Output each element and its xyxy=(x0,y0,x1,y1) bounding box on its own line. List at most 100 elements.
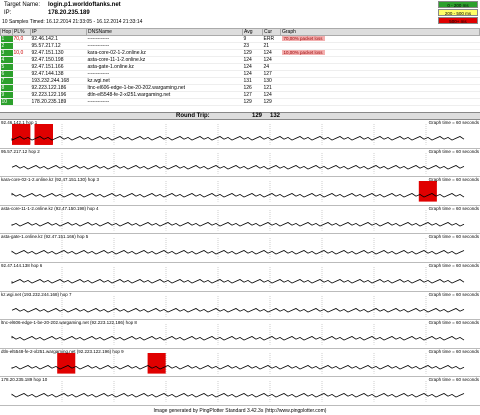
cell-hop: 7 xyxy=(0,77,13,85)
cell-ip: 92.47.144.138 xyxy=(30,70,87,78)
hop-graph: dtln-el5548-fe-2-xl251.wargaming.net (92… xyxy=(0,348,480,378)
hop-graph: 95.57.217.12 hop 2 Graph time = 60 second… xyxy=(0,148,480,178)
latency-legend: 0 - 200 ms 200 - 500 ms 500+ ms xyxy=(438,1,478,25)
cell-dns: dtln-el5548-fe-2-xl251.wargaming.net xyxy=(86,91,243,99)
col-pl[interactable]: PL% xyxy=(12,28,31,36)
legend-red: 500+ ms xyxy=(438,17,478,24)
cell-dns: ------------- xyxy=(86,70,243,78)
cell-avg: 124 xyxy=(242,63,263,71)
cell-graph xyxy=(280,70,480,78)
cell-dns: ------------- xyxy=(86,35,243,43)
table-row[interactable]: 9 92.223.122.196 dtln-el5548-fe-2-xl251.wa… xyxy=(0,91,480,99)
hop-graph: kara-core-02-1-2.online.kz (92.47.151.13… xyxy=(0,177,480,206)
col-ip[interactable]: IP xyxy=(30,28,87,36)
hop-graph: asta-gate-1.online.kz (92.47.151.166) ho… xyxy=(0,234,480,263)
cell-avg: 131 xyxy=(242,77,263,85)
cell-hop: 5 xyxy=(0,63,13,71)
graph-time-label: Graph time = 60 seconds xyxy=(428,120,479,125)
hop-graph: ltnc-el606-edge-1-be-20-202.wargaming.ne… xyxy=(0,320,480,349)
cell-ip: 92.47.151.130 xyxy=(30,49,87,57)
graph-title: kara-core-02-1-2.online.kz (92.47.151.13… xyxy=(1,177,100,183)
cell-cur: ERR xyxy=(262,35,281,43)
cell-pl xyxy=(12,56,31,64)
cell-avg: 23 xyxy=(242,42,263,50)
packet-loss-bar xyxy=(418,181,437,202)
graph-canvas xyxy=(11,124,465,145)
cell-dns: asta-gate-1.online.kz xyxy=(86,63,243,71)
col-hop[interactable]: Hop xyxy=(0,28,13,36)
packet-loss-note: 10,00% packet loss xyxy=(281,50,325,55)
graph-time-label: Graph time = 60 seconds xyxy=(428,177,479,183)
packet-loss-bar xyxy=(12,124,31,145)
graph-title: ltnc-el606-edge-1-be-20-202.wargaming.ne… xyxy=(1,320,137,326)
col-graph[interactable]: Graph xyxy=(280,28,480,36)
table-row[interactable]: 2 95.57.217.12 ------------- 23 21 xyxy=(0,42,480,50)
cell-graph xyxy=(280,56,480,64)
latency-line xyxy=(11,164,465,170)
cell-dns: ltnc-el606-edge-1-be-20-202.wargaming.ne… xyxy=(86,84,243,92)
cell-hop: 10 xyxy=(0,98,13,106)
target-name: login.p1.worldoftanks.net xyxy=(48,2,121,8)
hop-graph: 178.20.235.189 hop 10 Graph time = 60 sec… xyxy=(0,377,480,406)
table-row[interactable]: 4 92.47.150.198 asta-core-11-1-2.online.kz… xyxy=(0,56,480,64)
cell-pl xyxy=(12,98,31,106)
hop-graph: kz.wgi.net (193.232.244.168) hop 7 Graph … xyxy=(0,291,480,321)
table-row[interactable]: 10 178.20.235.189 ------------- 129 129 xyxy=(0,98,480,106)
cell-pl xyxy=(12,77,31,85)
hop-graph: 92.46.142.1 hop 1 Graph time = 60 seconds xyxy=(0,120,480,149)
table-row[interactable]: 6 92.47.144.138 ------------- 124 127 xyxy=(0,70,480,78)
graph-time-label: Graph time = 60 seconds xyxy=(428,348,479,354)
cell-avg: 9 xyxy=(242,35,263,43)
cell-avg: 124 xyxy=(242,56,263,64)
cell-hop: 3 xyxy=(0,49,13,57)
target-ip: 178.20.235.189 xyxy=(48,10,90,16)
graph-title: 92.47.144.138 hop 6 xyxy=(1,262,43,268)
col-cur[interactable]: Cur xyxy=(262,28,281,36)
cell-dns: ------------- xyxy=(86,98,243,106)
cell-cur: 124 xyxy=(262,91,281,99)
col-avg[interactable]: Avg xyxy=(242,28,263,36)
graph-title: 178.20.235.189 hop 10 xyxy=(1,377,48,383)
cell-pl: 10,0 xyxy=(12,49,31,57)
graph-time-label: Graph time = 60 seconds xyxy=(428,291,479,297)
cell-ip: 193.232.244.168 xyxy=(30,77,87,85)
cell-ip: 92.47.151.166 xyxy=(30,63,87,71)
cell-dns: asta-core-11-1-2.online.kz xyxy=(86,56,243,64)
hop-table: Hop PL% IP DNSName Avg Cur Graph 1 70,0 92… xyxy=(0,28,480,106)
cell-dns: ------------- xyxy=(86,42,243,50)
cell-avg: 124 xyxy=(242,70,263,78)
cell-pl xyxy=(12,84,31,92)
round-trip-cur: 132 xyxy=(270,113,281,119)
cell-avg: 129 xyxy=(242,49,263,57)
graph-time-label: Graph time = 60 seconds xyxy=(428,205,479,211)
latency-line xyxy=(11,279,465,284)
cell-hop: 8 xyxy=(0,84,13,92)
cell-hop: 1 xyxy=(0,35,13,43)
hop-graph: asta-core-11-1-2.online.kz (92.47.150.19… xyxy=(0,205,480,235)
cell-ip: 92.46.142.1 xyxy=(30,35,87,43)
cell-cur: 129 xyxy=(262,98,281,106)
col-dns[interactable]: DNSName xyxy=(86,28,243,36)
table-row[interactable]: 3 10,0 92.47.151.130 kara-core-02-1-2.onlin… xyxy=(0,49,480,57)
cell-graph xyxy=(280,42,480,50)
cell-dns: kara-core-02-1-2.online.kz xyxy=(86,49,243,57)
graph-time-label: Graph time = 60 seconds xyxy=(428,234,479,240)
latency-line xyxy=(11,393,465,398)
cell-graph xyxy=(280,63,480,71)
cell-graph: 70,00% packet loss xyxy=(280,35,480,43)
round-trip-row: Round Trip: 129 132 xyxy=(0,112,480,120)
cell-ip: 92.47.150.198 xyxy=(30,56,87,64)
cell-dns: kz.wgi.net xyxy=(86,77,243,85)
packet-loss-note: 70,00% packet loss xyxy=(281,36,325,41)
cell-cur: 21 xyxy=(262,42,281,50)
graph-canvas xyxy=(11,295,465,317)
graph-canvas xyxy=(11,266,465,288)
table-row[interactable]: 5 92.47.151.166 asta-gate-1.online.kz 124 24 xyxy=(0,63,480,71)
table-row[interactable]: 1 70,0 92.46.142.1 ------------- 9 ERR 70,00% … xyxy=(0,35,480,43)
table-row[interactable]: 8 92.223.122.186 ltnc-el606-edge-1-be-20-2… xyxy=(0,84,480,92)
target-label: Target Name: xyxy=(4,2,41,8)
packet-loss-bar xyxy=(34,124,53,145)
graph-title: asta-core-11-1-2.online.kz (92.47.150.19… xyxy=(1,205,99,211)
graph-title: asta-gate-1.online.kz (92.47.151.166) ho… xyxy=(1,234,89,240)
table-row[interactable]: 7 193.232.244.168 kz.wgi.net 131 130 xyxy=(0,77,480,85)
